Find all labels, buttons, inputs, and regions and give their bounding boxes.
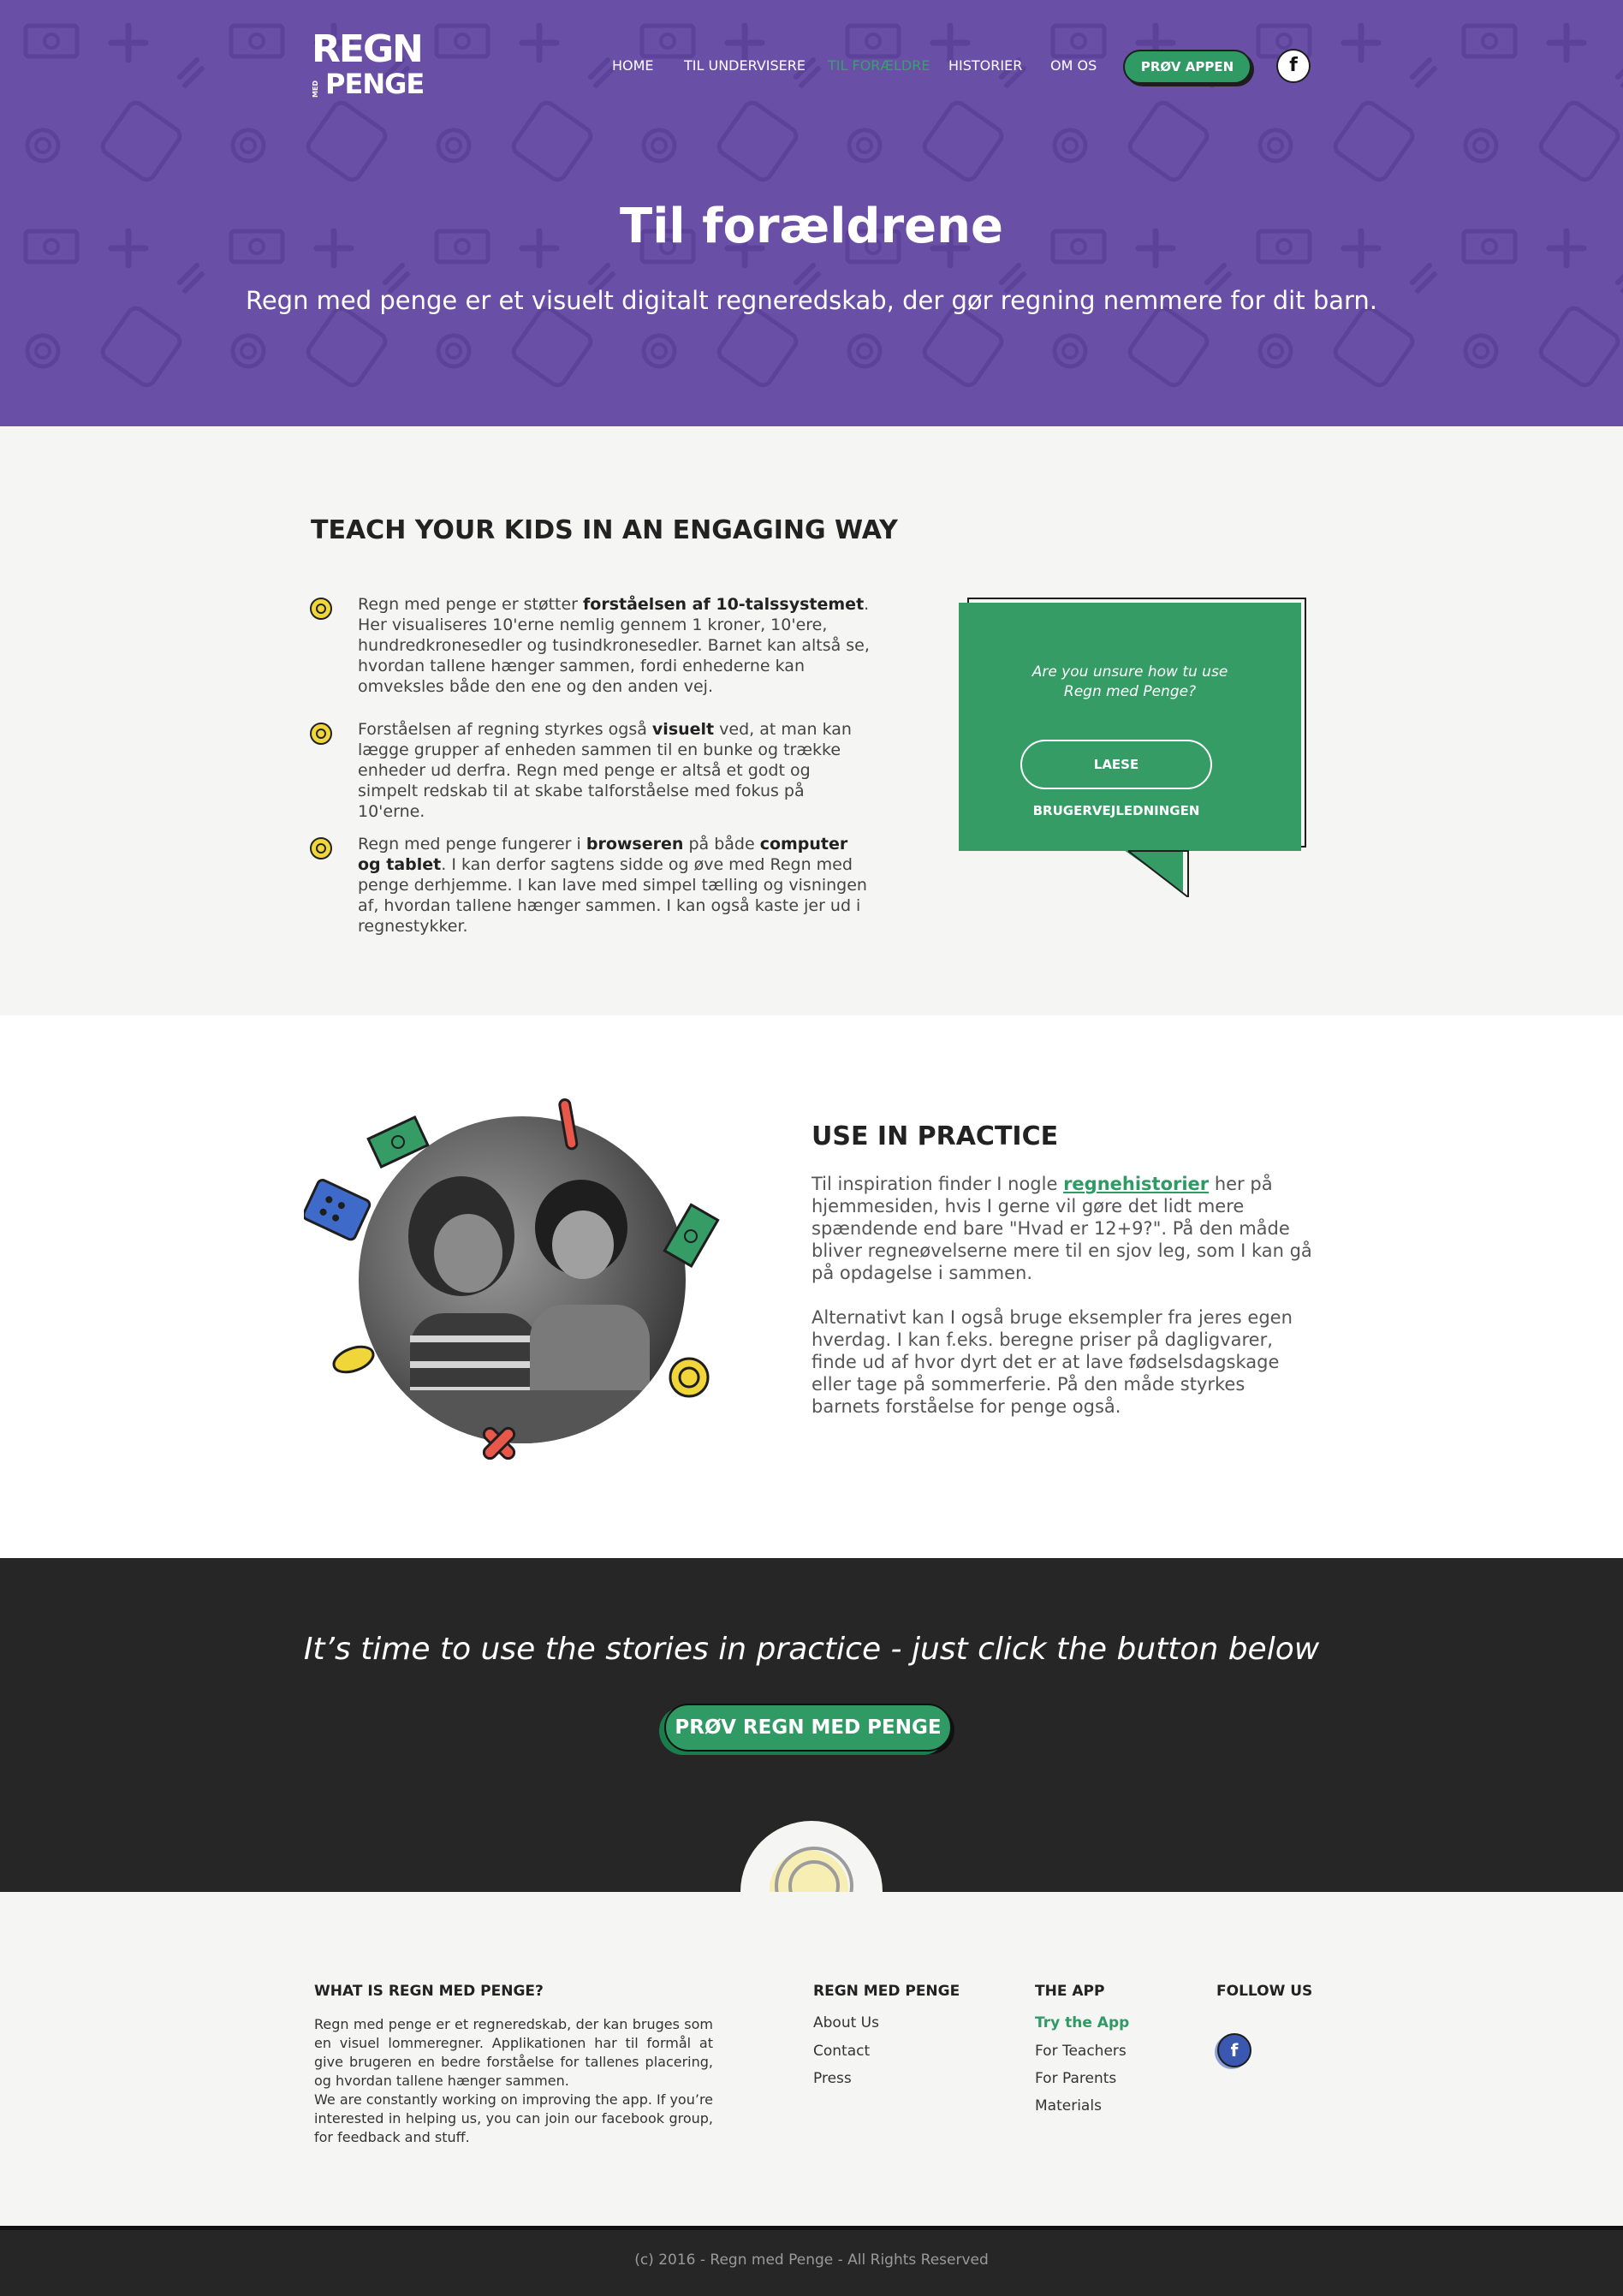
nav-item-til-foraeldre[interactable]: TIL FORÆLDRE	[828, 53, 930, 79]
footer-link-contact[interactable]: Contact	[813, 2043, 870, 2060]
facebook-glyph: f	[1230, 2040, 1239, 2061]
bubble-body: Are you unsure how tu use Regn med Penge…	[959, 603, 1301, 851]
footer-about-title: WHAT IS REGN MED PENGE?	[314, 1983, 544, 2000]
page-title: Til forældrene	[620, 199, 1003, 254]
stories-link[interactable]: regnehistorier	[1063, 1174, 1209, 1194]
teach-heading: TEACH YOUR KIDS IN AN ENGAGING WAY	[311, 515, 898, 545]
nav-item-om-os[interactable]: OM OS	[1050, 53, 1097, 79]
nav-item-til-undervisere[interactable]: TIL UNDERVISERE	[684, 53, 806, 79]
practice-paragraph-2: Alternativt kan I også bruge eksempler f…	[812, 1307, 1293, 1417]
read-user-guide-button[interactable]: LAESE BRUGERVEJLEDNINGEN	[1020, 740, 1212, 818]
coin-icon	[332, 1345, 375, 1374]
footer-col-app-title: THE APP	[1035, 1983, 1105, 2000]
footer-link-materials[interactable]: Materials	[1035, 2097, 1102, 2115]
banknote-icon	[366, 1115, 430, 1169]
footer-link-try-app[interactable]: Try the App	[1035, 2014, 1129, 2031]
facebook-glyph: f	[1289, 55, 1298, 76]
floating-math-icons	[304, 1098, 720, 1460]
footer-col-regn-title: REGN MED PENGE	[813, 1983, 960, 2000]
kids-photo-illustration	[304, 1091, 732, 1467]
minus-icon	[558, 1098, 579, 1151]
teach-section: TEACH YOUR KIDS IN AN ENGAGING WAY Regn …	[0, 426, 1623, 1015]
calculator-icon	[304, 1179, 372, 1241]
try-regn-med-penge-button[interactable]: PRØV REGN MED PENGE	[664, 1704, 952, 1752]
coin-icon	[310, 723, 332, 745]
multiply-icon	[482, 1426, 516, 1460]
practice-heading: USE IN PRACTICE	[812, 1121, 1059, 1151]
coin-icon	[310, 837, 332, 860]
footer-link-press[interactable]: Press	[813, 2070, 852, 2087]
nav-item-home[interactable]: HOME	[612, 53, 654, 79]
coin-icon	[310, 598, 332, 620]
practice-section: USE IN PRACTICE Til inspiration finder I…	[0, 1015, 1623, 1558]
help-question: Are you unsure how tu use Regn med Penge…	[1031, 663, 1228, 700]
list-item: Regn med penge fungerer i browseren på b…	[308, 834, 873, 936]
bubble-tail	[1118, 846, 1189, 897]
regn-med-penge-logo[interactable]: REGN MED PENGE	[312, 27, 425, 101]
coin-icon	[669, 1357, 710, 1398]
footer-link-for-teachers[interactable]: For Teachers	[1035, 2043, 1127, 2060]
copyright-text: (c) 2016 - Regn med Penge - All Rights R…	[634, 2251, 989, 2269]
footer-follow-title: FOLLOW US	[1216, 1983, 1313, 2000]
footer: WHAT IS REGN MED PENGE? Regn med penge e…	[0, 1892, 1623, 2226]
footer-link-for-parents[interactable]: For Parents	[1035, 2070, 1116, 2087]
practice-paragraph-1: Til inspiration finder I nogle regnehist…	[812, 1174, 1312, 1283]
cta-text: It’s time to use the stories in practice…	[303, 1632, 1320, 1667]
list-item: Regn med penge er støtter forståelsen af…	[308, 594, 873, 697]
footer-link-about-us[interactable]: About Us	[813, 2014, 879, 2031]
logo-text-bottom: PENGE	[325, 68, 425, 100]
logo-text-top: REGN	[312, 27, 424, 71]
hero-banner: REGN MED PENGE HOME TIL UNDERVISERE TIL …	[0, 0, 1623, 426]
bullet-text: Forståelsen af regning styrkes også visu…	[358, 720, 852, 821]
footer-about-text: Regn med penge er et regneredskab, der k…	[314, 2016, 714, 2145]
try-app-button[interactable]: PRØV APPEN	[1123, 50, 1251, 84]
page-subtitle: Regn med penge er et visuelt digitalt re…	[245, 286, 1378, 315]
facebook-icon[interactable]: f	[1217, 2033, 1251, 2067]
facebook-icon[interactable]: f	[1276, 49, 1311, 83]
banknote-icon	[663, 1203, 720, 1269]
logo-text-small: MED	[312, 80, 319, 98]
nav-item-historier[interactable]: HISTORIER	[948, 53, 1022, 79]
list-item: Forståelsen af regning styrkes også visu…	[308, 719, 873, 821]
bullet-text: Regn med penge er støtter forståelsen af…	[358, 595, 870, 696]
bullet-text: Regn med penge fungerer i browseren på b…	[358, 835, 867, 936]
copyright-bar: (c) 2016 - Regn med Penge - All Rights R…	[0, 2226, 1623, 2296]
help-speech-bubble: Are you unsure how tu use Regn med Penge…	[959, 598, 1310, 897]
